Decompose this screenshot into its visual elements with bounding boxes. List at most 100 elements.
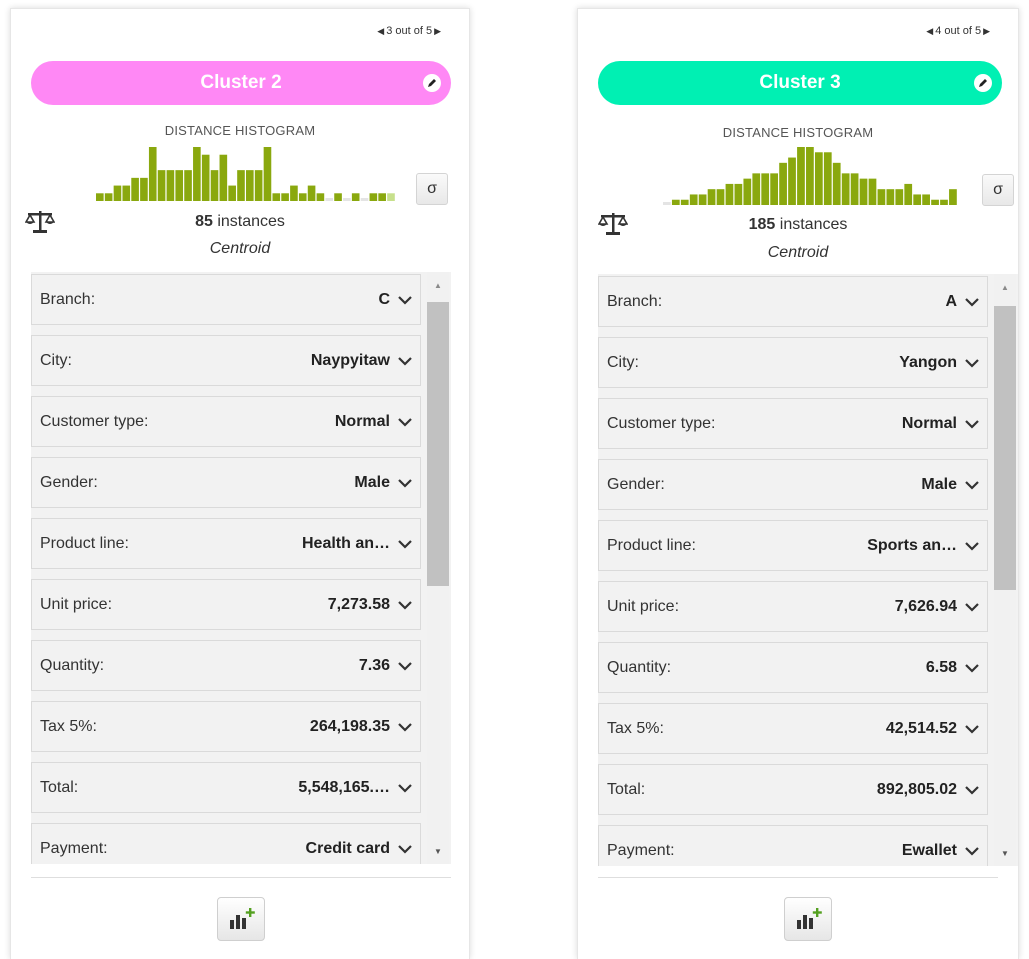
field-row[interactable]: Gender: Male bbox=[31, 457, 421, 508]
next-arrow-icon[interactable]: ▶ bbox=[983, 26, 990, 37]
field-value: 892,805.02 bbox=[876, 780, 957, 798]
histogram-bar bbox=[931, 199, 939, 205]
add-chart-icon bbox=[797, 908, 822, 929]
histogram-bar bbox=[922, 194, 930, 205]
chevron-down-icon[interactable] bbox=[957, 602, 987, 612]
field-row[interactable]: Customer type: Normal bbox=[31, 396, 421, 447]
field-row[interactable]: Tax 5%: 264,198.35 bbox=[31, 701, 421, 752]
histogram-bar bbox=[904, 183, 913, 205]
scrollbar[interactable]: ▲ ▼ bbox=[994, 274, 1016, 866]
prev-arrow-icon[interactable]: ◀ bbox=[926, 26, 933, 37]
field-value: Male bbox=[921, 475, 957, 493]
field-row[interactable]: Unit price: 7,626.94 bbox=[598, 581, 988, 632]
histogram-title: DISTANCE HISTOGRAM bbox=[722, 125, 874, 140]
field-label: Unit price: bbox=[607, 597, 680, 615]
field-row[interactable]: Tax 5%: 42,514.52 bbox=[598, 703, 988, 754]
chevron-down-icon[interactable] bbox=[957, 419, 987, 429]
scroll-down-arrow[interactable]: ▼ bbox=[427, 842, 449, 860]
scroll-up-arrow[interactable]: ▲ bbox=[994, 278, 1016, 296]
histogram-bar bbox=[378, 193, 386, 201]
field-label: Gender: bbox=[607, 475, 665, 493]
histogram-bar bbox=[779, 162, 787, 205]
pencil-icon[interactable] bbox=[423, 74, 441, 92]
field-row[interactable]: Branch: A bbox=[598, 276, 988, 327]
field-row[interactable]: Unit price: 7,273.58 bbox=[31, 579, 421, 630]
field-row[interactable]: Quantity: 7.36 bbox=[31, 640, 421, 691]
histogram-bar bbox=[913, 194, 922, 205]
field-value: Normal bbox=[334, 412, 390, 430]
field-row[interactable]: Total: 5,548,165.… bbox=[31, 762, 421, 813]
sigma-button[interactable]: σ bbox=[982, 174, 1014, 206]
add-chart-button[interactable] bbox=[784, 897, 832, 941]
field-row[interactable]: Payment: Ewallet bbox=[598, 825, 988, 866]
field-row[interactable]: Product line: Sports an… bbox=[598, 520, 988, 571]
pencil-icon[interactable] bbox=[974, 74, 992, 92]
scrollbar[interactable]: ▲ ▼ bbox=[427, 272, 449, 864]
histogram-bar bbox=[157, 170, 166, 201]
field-label: Total: bbox=[40, 778, 79, 796]
field-list[interactable]: Payment: Ewallet Total: 892,805.02 Tax 5%: 42… bbox=[598, 274, 1018, 866]
field-label: Quantity: bbox=[607, 658, 672, 676]
field-row[interactable]: Customer type: Normal bbox=[598, 398, 988, 449]
field-row[interactable]: Quantity: 6.58 bbox=[598, 642, 988, 693]
chevron-down-icon[interactable] bbox=[390, 295, 420, 305]
prev-arrow-icon[interactable]: ◀ bbox=[377, 26, 384, 37]
field-row[interactable]: Branch: C bbox=[31, 274, 421, 325]
chevron-down-icon[interactable] bbox=[390, 539, 420, 549]
add-chart-button[interactable] bbox=[217, 897, 265, 941]
field-row[interactable]: Total: 892,805.02 bbox=[598, 764, 988, 815]
histogram-bar bbox=[743, 178, 752, 205]
field-row[interactable]: City: Yangon bbox=[598, 337, 988, 388]
chevron-down-icon[interactable] bbox=[957, 480, 987, 490]
field-row[interactable]: City: Naypyitaw bbox=[31, 335, 421, 386]
next-arrow-icon[interactable]: ▶ bbox=[434, 26, 441, 37]
chevron-down-icon[interactable] bbox=[957, 846, 987, 856]
chevron-down-icon[interactable] bbox=[390, 722, 420, 732]
chevron-down-icon[interactable] bbox=[957, 358, 987, 368]
divider bbox=[31, 877, 451, 878]
centroid-label: Centroid bbox=[209, 240, 271, 257]
chevron-down-icon[interactable] bbox=[957, 724, 987, 734]
chevron-down-icon[interactable] bbox=[957, 541, 987, 551]
field-row[interactable]: Product line: Health an… bbox=[31, 518, 421, 569]
chevron-down-icon[interactable] bbox=[390, 844, 420, 854]
histogram-bar bbox=[698, 194, 707, 205]
chevron-down-icon[interactable] bbox=[390, 783, 420, 793]
chevron-down-icon[interactable] bbox=[957, 785, 987, 795]
chevron-down-icon[interactable] bbox=[390, 600, 420, 610]
field-label: Branch: bbox=[607, 292, 663, 310]
instances-line: 185 instances bbox=[578, 216, 1018, 234]
scroll-thumb[interactable] bbox=[427, 302, 449, 586]
field-value: 5,548,165.… bbox=[298, 778, 390, 796]
histogram-bar bbox=[201, 154, 210, 201]
chevron-down-icon[interactable] bbox=[390, 661, 420, 671]
field-row[interactable]: Gender: Male bbox=[598, 459, 988, 510]
chevron-down-icon[interactable] bbox=[957, 663, 987, 673]
histogram-bar bbox=[131, 177, 139, 201]
chevron-down-icon[interactable] bbox=[390, 417, 420, 427]
histogram-bar bbox=[122, 185, 131, 201]
field-label: Customer type: bbox=[607, 414, 716, 432]
histogram-bar bbox=[832, 162, 841, 205]
scroll-down-arrow[interactable]: ▼ bbox=[994, 844, 1016, 862]
histogram-bar bbox=[351, 193, 360, 201]
histogram-bar bbox=[237, 170, 245, 201]
sigma-button[interactable]: σ bbox=[416, 173, 448, 205]
histogram-bar bbox=[219, 154, 228, 201]
histogram-bar bbox=[868, 178, 877, 205]
chevron-down-icon[interactable] bbox=[957, 297, 987, 307]
scroll-thumb[interactable] bbox=[994, 306, 1016, 590]
histogram-bar bbox=[841, 173, 850, 205]
cluster-name: Cluster 2 bbox=[200, 72, 282, 93]
histogram-bar bbox=[175, 170, 184, 201]
scroll-up-arrow[interactable]: ▲ bbox=[427, 276, 449, 294]
histogram-bar bbox=[325, 198, 334, 201]
field-label: Unit price: bbox=[40, 595, 113, 613]
histogram-bar bbox=[823, 152, 832, 205]
field-label: Payment: bbox=[40, 839, 108, 857]
chevron-down-icon[interactable] bbox=[390, 356, 420, 366]
chevron-down-icon[interactable] bbox=[390, 478, 420, 488]
field-row[interactable]: Payment: Credit card bbox=[31, 823, 421, 864]
field-list[interactable]: Payment: Credit card Total: 5,548,165.… Tax … bbox=[31, 272, 451, 864]
histogram-bar bbox=[281, 193, 289, 201]
